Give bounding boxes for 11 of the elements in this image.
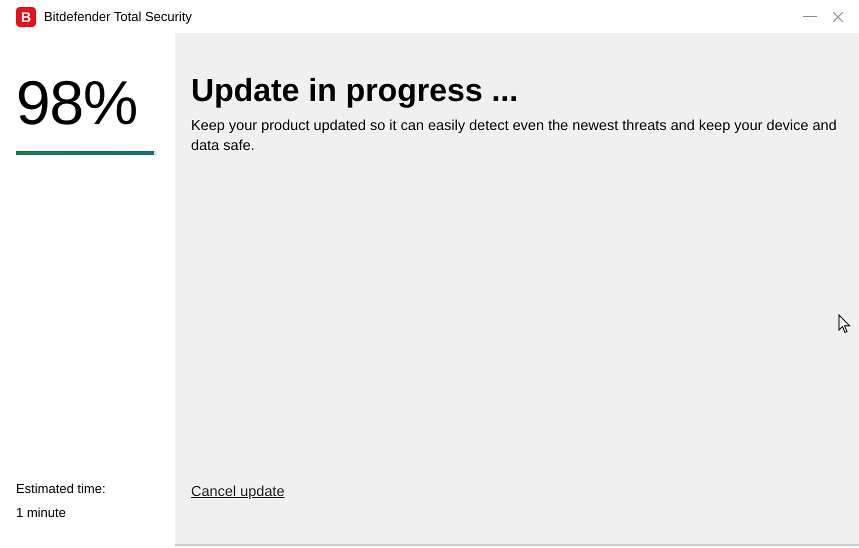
app-logo: B [16,6,36,26]
cursor-icon [838,314,851,334]
heading: Update in progress ... [191,73,520,108]
window-title: Bitdefender Total Security [44,8,192,26]
estimated-time-value: 1 minute [16,504,67,522]
close-icon[interactable] [833,12,843,22]
cancel-update-link[interactable]: Cancel update [191,484,285,500]
progress-percent: 98% [16,73,138,135]
description: Keep your product updated so it can easily detect even the newest threats and keep your device and data safe. [191,117,838,156]
minimize-icon[interactable] [803,16,817,18]
estimated-time-label: Estimated time: [16,480,107,498]
